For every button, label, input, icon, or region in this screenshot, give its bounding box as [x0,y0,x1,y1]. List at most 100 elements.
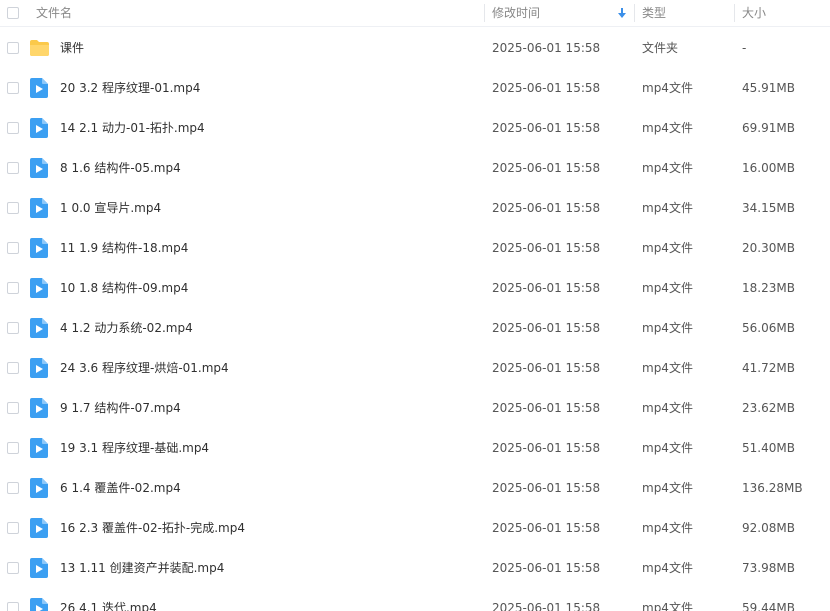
select-all-checkbox[interactable] [7,7,19,19]
column-header-type[interactable]: 类型 [642,0,732,26]
row-checkbox[interactable] [7,402,19,414]
file-type: mp4文件 [642,281,693,295]
video-icon [30,238,48,261]
modified-time: 2025-06-01 15:58 [492,121,601,135]
video-icon [30,478,48,501]
arrow-down-icon[interactable] [618,8,626,18]
file-type: mp4文件 [642,561,693,575]
video-icon [30,518,48,541]
file-name[interactable]: 20 3.2 程序纹理-01.mp4 [60,68,200,108]
file-name[interactable]: 6 1.4 覆盖件-02.mp4 [60,468,181,508]
column-header-name[interactable]: 文件名 [36,0,476,26]
modified-time: 2025-06-01 15:58 [492,321,601,335]
table-row[interactable]: 6 1.4 覆盖件-02.mp4 2025-06-01 15:58 mp4文件 136… [0,468,830,508]
row-checkbox[interactable] [7,82,19,94]
table-row[interactable]: 课件 2025-06-01 15:58 文件夹 - [0,28,830,68]
row-checkbox[interactable] [7,442,19,454]
row-checkbox[interactable] [7,122,19,134]
modified-time: 2025-06-01 15:58 [492,561,601,575]
modified-time: 2025-06-01 15:58 [492,161,601,175]
video-icon [30,158,48,181]
modified-time: 2025-06-01 15:58 [492,281,601,295]
file-name[interactable]: 8 1.6 结构件-05.mp4 [60,148,181,188]
table-row[interactable]: 10 1.8 结构件-09.mp4 2025-06-01 15:58 mp4文件 18… [0,268,830,308]
row-checkbox[interactable] [7,162,19,174]
table-row[interactable]: 9 1.7 结构件-07.mp4 2025-06-01 15:58 mp4文件 23.… [0,388,830,428]
column-header-size-label: 大小 [742,6,767,20]
table-row[interactable]: 16 2.3 覆盖件-02-拓扑-完成.mp4 2025-06-01 15:58 m… [0,508,830,548]
column-header-type-label: 类型 [642,6,667,20]
file-size: 41.72MB [742,361,795,375]
row-checkbox[interactable] [7,602,19,611]
table-row[interactable]: 20 3.2 程序纹理-01.mp4 2025-06-01 15:58 mp4文件 4… [0,68,830,108]
file-name[interactable]: 10 1.8 结构件-09.mp4 [60,268,188,308]
video-icon [30,278,48,301]
row-checkbox[interactable] [7,322,19,334]
modified-time: 2025-06-01 15:58 [492,601,601,611]
modified-time: 2025-06-01 15:58 [492,441,601,455]
file-size: 56.06MB [742,321,795,335]
column-header-time[interactable]: 修改时间 [492,0,632,26]
file-size: 136.28MB [742,481,803,495]
file-name[interactable]: 11 1.9 结构件-18.mp4 [60,228,188,268]
file-list: 文件名 修改时间 类型 大小 课件 2025-06-01 15:58 文件夹 - 20 … [0,0,830,611]
file-size: 20.30MB [742,241,795,255]
file-name[interactable]: 13 1.11 创建资产并装配.mp4 [60,548,224,588]
row-checkbox[interactable] [7,242,19,254]
video-icon [30,598,48,611]
column-divider[interactable] [484,4,485,22]
file-type: mp4文件 [642,401,693,415]
file-type: mp4文件 [642,441,693,455]
file-type: 文件夹 [642,41,679,55]
table-row[interactable]: 4 1.2 动力系统-02.mp4 2025-06-01 15:58 mp4文件 56… [0,308,830,348]
file-name[interactable]: 26 4.1 迭代.mp4 [60,588,157,611]
file-name[interactable]: 24 3.6 程序纹理-烘焙-01.mp4 [60,348,229,388]
table-row[interactable]: 8 1.6 结构件-05.mp4 2025-06-01 15:58 mp4文件 16.… [0,148,830,188]
row-checkbox[interactable] [7,282,19,294]
video-icon [30,358,48,381]
file-name[interactable]: 4 1.2 动力系统-02.mp4 [60,308,193,348]
file-name[interactable]: 19 3.1 程序纹理-基础.mp4 [60,428,209,468]
file-type: mp4文件 [642,241,693,255]
file-name[interactable]: 课件 [60,28,84,68]
row-checkbox[interactable] [7,522,19,534]
file-size: 23.62MB [742,401,795,415]
file-name[interactable]: 9 1.7 结构件-07.mp4 [60,388,181,428]
file-size: 45.91MB [742,81,795,95]
table-row[interactable]: 19 3.1 程序纹理-基础.mp4 2025-06-01 15:58 mp4文件 5… [0,428,830,468]
file-size: 69.91MB [742,121,795,135]
column-divider[interactable] [634,4,635,22]
file-name[interactable]: 14 2.1 动力-01-拓扑.mp4 [60,108,205,148]
table-row[interactable]: 11 1.9 结构件-18.mp4 2025-06-01 15:58 mp4文件 20… [0,228,830,268]
file-type: mp4文件 [642,121,693,135]
file-size: 92.08MB [742,521,795,535]
file-size: - [742,41,747,55]
table-row[interactable]: 24 3.6 程序纹理-烘焙-01.mp4 2025-06-01 15:58 mp4… [0,348,830,388]
modified-time: 2025-06-01 15:58 [492,481,601,495]
file-type: mp4文件 [642,481,693,495]
column-divider[interactable] [734,4,735,22]
modified-time: 2025-06-01 15:58 [492,241,601,255]
folder-icon [29,39,50,60]
file-type: mp4文件 [642,81,693,95]
row-checkbox[interactable] [7,202,19,214]
modified-time: 2025-06-01 15:58 [492,521,601,535]
file-name[interactable]: 1 0.0 宣导片.mp4 [60,188,161,228]
file-type: mp4文件 [642,201,693,215]
file-name[interactable]: 16 2.3 覆盖件-02-拓扑-完成.mp4 [60,508,245,548]
table-row[interactable]: 1 0.0 宣导片.mp4 2025-06-01 15:58 mp4文件 34.15M… [0,188,830,228]
row-checkbox[interactable] [7,362,19,374]
column-header-name-label: 文件名 [36,6,73,20]
row-checkbox[interactable] [7,562,19,574]
row-checkbox[interactable] [7,42,19,54]
video-icon [30,318,48,341]
row-checkbox[interactable] [7,482,19,494]
file-size: 51.40MB [742,441,795,455]
video-icon [30,78,48,101]
table-row[interactable]: 13 1.11 创建资产并装配.mp4 2025-06-01 15:58 mp4文件… [0,548,830,588]
column-header-size[interactable]: 大小 [742,0,828,26]
table-row[interactable]: 26 4.1 迭代.mp4 2025-06-01 15:58 mp4文件 59.44M… [0,588,830,611]
file-type: mp4文件 [642,521,693,535]
modified-time: 2025-06-01 15:58 [492,361,601,375]
table-row[interactable]: 14 2.1 动力-01-拓扑.mp4 2025-06-01 15:58 mp4文件… [0,108,830,148]
